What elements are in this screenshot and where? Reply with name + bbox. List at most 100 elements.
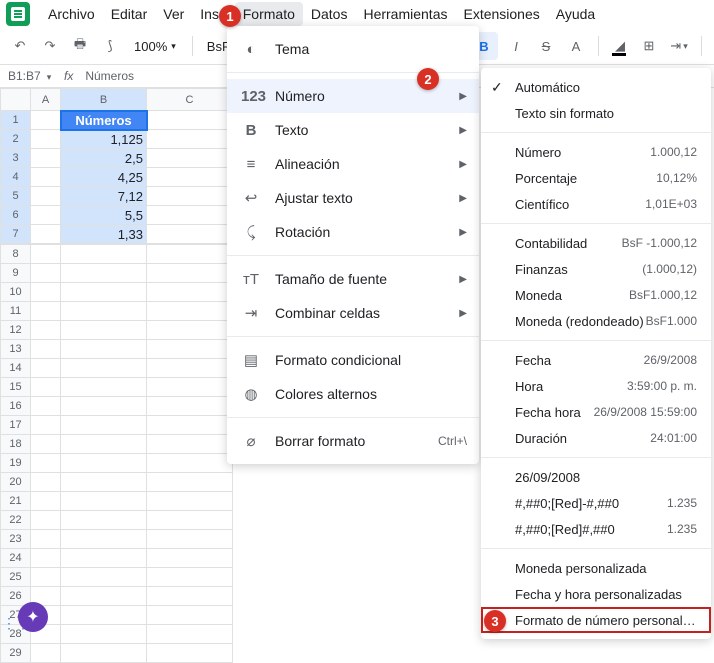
cell[interactable]	[61, 625, 147, 644]
row-header[interactable]: 15	[1, 378, 31, 397]
menu-editar[interactable]: Editar	[103, 2, 156, 26]
cell[interactable]	[147, 187, 233, 206]
row-header[interactable]: 7	[1, 225, 31, 244]
row-header[interactable]: 10	[1, 283, 31, 302]
cell[interactable]	[31, 473, 61, 492]
cell[interactable]	[61, 530, 147, 549]
redo-button[interactable]: ↷	[38, 34, 62, 58]
cell[interactable]	[147, 606, 233, 625]
cell[interactable]	[61, 378, 147, 397]
text-color-button[interactable]: A	[564, 34, 588, 58]
format-wrap[interactable]: ↩Ajustar texto▶	[227, 181, 479, 215]
menu-ayuda[interactable]: Ayuda	[548, 2, 603, 26]
cell[interactable]	[61, 264, 147, 283]
cell[interactable]	[147, 511, 233, 530]
format-text[interactable]: BTexto▶	[227, 113, 479, 147]
merge-button[interactable]: ⇥▾	[667, 34, 691, 58]
cell[interactable]	[61, 454, 147, 473]
cell[interactable]	[61, 568, 147, 587]
col-header-a[interactable]: A	[31, 89, 61, 111]
undo-button[interactable]: ↶	[8, 34, 32, 58]
cell[interactable]	[147, 435, 233, 454]
paint-format-button[interactable]: ⟆	[98, 34, 122, 58]
cell[interactable]	[61, 492, 147, 511]
cell[interactable]	[147, 321, 233, 340]
cell[interactable]	[147, 149, 233, 168]
cell[interactable]	[31, 435, 61, 454]
cell[interactable]	[31, 530, 61, 549]
cell[interactable]	[31, 168, 61, 187]
cell[interactable]	[61, 302, 147, 321]
cell[interactable]	[31, 416, 61, 435]
cell[interactable]	[147, 111, 233, 130]
row-header[interactable]: 3	[1, 149, 31, 168]
cell[interactable]	[147, 549, 233, 568]
formula-bar[interactable]: Números	[81, 69, 134, 83]
numfmt-currency[interactable]: MonedaBsF1.000,12	[481, 282, 711, 308]
strike-button[interactable]: S	[534, 34, 558, 58]
numfmt-custom2[interactable]: #,##0;[Red]-#,##01.235	[481, 490, 711, 516]
numfmt-date[interactable]: Fecha26/9/2008	[481, 347, 711, 373]
cell[interactable]	[61, 397, 147, 416]
menu-herramientas[interactable]: Herramientas	[355, 2, 455, 26]
cell[interactable]	[61, 473, 147, 492]
cell[interactable]	[147, 530, 233, 549]
cell[interactable]	[147, 492, 233, 511]
cell[interactable]	[147, 454, 233, 473]
cell[interactable]	[61, 340, 147, 359]
cell[interactable]: Números	[61, 111, 147, 130]
cell[interactable]: 4,25	[61, 168, 147, 187]
cell[interactable]	[147, 625, 233, 644]
cell[interactable]	[31, 111, 61, 130]
numfmt-plain[interactable]: Texto sin formato	[481, 100, 711, 126]
cell[interactable]	[147, 264, 233, 283]
cell[interactable]: 2,5	[61, 149, 147, 168]
format-align[interactable]: ≡Alineación▶	[227, 147, 479, 181]
fill-color-button[interactable]: ◢	[609, 35, 631, 57]
numfmt-custom-currency[interactable]: Moneda personalizada	[481, 555, 711, 581]
cell[interactable]	[31, 454, 61, 473]
numfmt-accounting[interactable]: ContabilidadBsF -1.000,12	[481, 230, 711, 256]
select-all-corner[interactable]	[1, 89, 31, 111]
cell[interactable]	[147, 302, 233, 321]
cell[interactable]	[31, 302, 61, 321]
row-header[interactable]: 21	[1, 492, 31, 511]
cell[interactable]	[61, 606, 147, 625]
cell[interactable]	[61, 587, 147, 606]
numfmt-custom1[interactable]: 26/09/2008	[481, 464, 711, 490]
menu-archivo[interactable]: Archivo	[40, 2, 103, 26]
explore-button[interactable]: ✦	[18, 602, 48, 632]
cell[interactable]	[61, 644, 147, 663]
cell[interactable]	[147, 340, 233, 359]
cell[interactable]	[61, 359, 147, 378]
cell[interactable]	[147, 206, 233, 225]
format-number[interactable]: 123Número▶	[227, 79, 479, 113]
row-header[interactable]: 17	[1, 416, 31, 435]
print-button[interactable]: 🖶	[68, 34, 92, 58]
row-header[interactable]: 18	[1, 435, 31, 454]
format-clear[interactable]: ⌀Borrar formatoCtrl+\	[227, 424, 479, 458]
format-conditional[interactable]: ▤Formato condicional	[227, 343, 479, 377]
row-header[interactable]: 11	[1, 302, 31, 321]
numfmt-scientific[interactable]: Científico1,01E+03	[481, 191, 711, 217]
italic-button[interactable]: I	[504, 34, 528, 58]
cell[interactable]	[31, 568, 61, 587]
cell[interactable]	[61, 435, 147, 454]
cell[interactable]	[31, 492, 61, 511]
cell[interactable]: 1,33	[61, 225, 147, 244]
cell[interactable]	[147, 283, 233, 302]
numfmt-number[interactable]: Número1.000,12	[481, 139, 711, 165]
numfmt-custom3[interactable]: #,##0;[Red]#,##01.235	[481, 516, 711, 542]
cell[interactable]: 1,125	[61, 130, 147, 149]
row-header[interactable]: 25	[1, 568, 31, 587]
cell[interactable]	[61, 321, 147, 340]
numfmt-auto[interactable]: ✓Automático	[481, 74, 711, 100]
numfmt-datetime[interactable]: Fecha hora26/9/2008 15:59:00	[481, 399, 711, 425]
cell[interactable]	[31, 321, 61, 340]
row-header[interactable]: 19	[1, 454, 31, 473]
zoom-select[interactable]: 100%▾	[128, 39, 182, 54]
numfmt-custom-number[interactable]: Formato de número personalizado	[481, 607, 711, 633]
cell[interactable]	[31, 264, 61, 283]
cell[interactable]	[147, 225, 233, 244]
cell[interactable]	[31, 340, 61, 359]
